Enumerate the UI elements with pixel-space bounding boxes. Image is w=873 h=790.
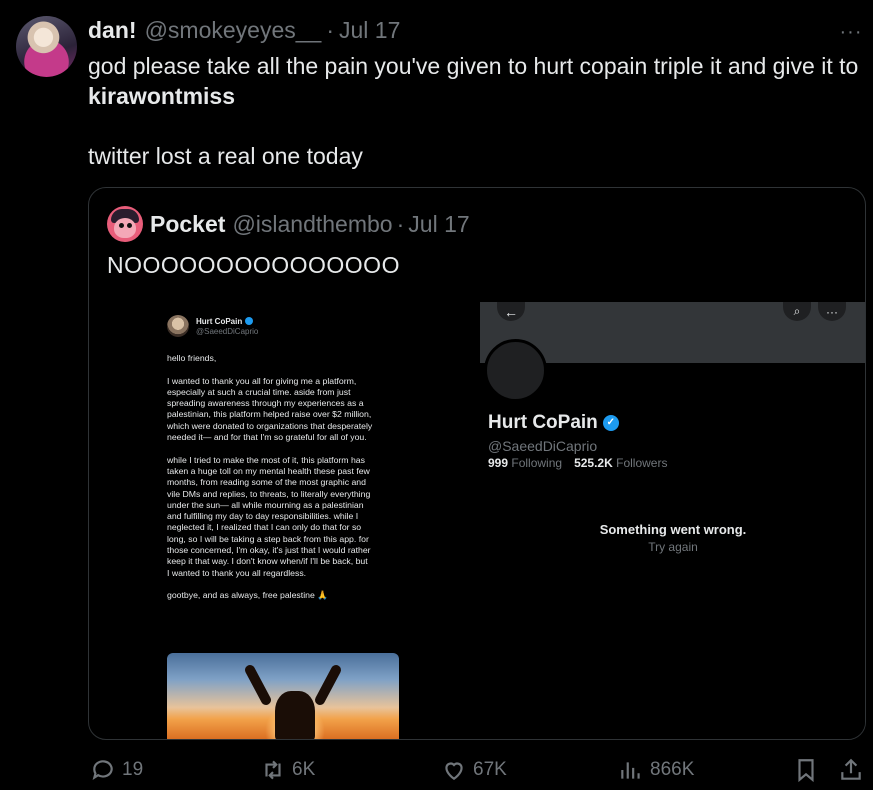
- try-again-link: Try again: [648, 540, 698, 554]
- quote-author-name[interactable]: Pocket: [150, 211, 225, 238]
- heart-icon: [445, 762, 463, 780]
- error-message: Something went wrong.: [599, 522, 747, 537]
- notes-paragraph: hello friends,: [167, 353, 217, 363]
- like-count: 67K: [473, 759, 507, 780]
- notes-paragraph: gootbye, and as always, free palestine 🙏: [167, 590, 329, 601]
- author-avatar[interactable]: [16, 16, 77, 77]
- author-name[interactable]: dan!: [88, 17, 137, 44]
- quote-author-handle[interactable]: @islandthembo: [232, 211, 392, 238]
- notes-screenshot-image[interactable]: Hurt CoPain @SaeedDiCaprio hello friends…: [165, 305, 403, 739]
- notes-author-handle: @SaeedDiCaprio: [196, 327, 259, 336]
- repost-count: 6K: [292, 759, 316, 780]
- reply-button[interactable]: 19: [90, 757, 143, 783]
- separator: ·: [326, 17, 334, 43]
- tweet-text-line: twitter lost a real one today: [88, 143, 363, 169]
- share-button[interactable]: [838, 757, 864, 783]
- notes-paragraph: while I tried to make the most of it, th…: [167, 454, 371, 578]
- quoted-tweet[interactable]: Pocket @islandthembo · Jul 17 NOOOOOOOOO…: [88, 187, 866, 740]
- broken-chains-photo: [167, 653, 399, 739]
- verified-icon: ✓: [602, 415, 619, 431]
- profile-avatar: [484, 339, 547, 402]
- share-icon: [841, 758, 861, 780]
- action-bar: 19 6K 67K 866K: [88, 757, 866, 789]
- tweet-header: dan! @smokeyeyes__ · Jul 17: [88, 17, 400, 44]
- reply-count: 19: [122, 759, 144, 780]
- profile-name: Hurt CoPain ✓: [488, 412, 619, 434]
- tweet-date[interactable]: Jul 17: [339, 17, 400, 44]
- bookmark-button[interactable]: [793, 757, 819, 783]
- profile-stats: 999 Following 525.2K Followers: [488, 456, 668, 470]
- tweet-text: god please take all the pain you've give…: [88, 51, 868, 171]
- quote-author-avatar[interactable]: [107, 206, 143, 242]
- views-chart-icon: [621, 762, 640, 779]
- like-button[interactable]: 67K: [441, 757, 507, 783]
- repost-button[interactable]: 6K: [260, 757, 315, 783]
- quote-date: Jul 17: [408, 211, 470, 237]
- notes-body: hello friends, I wanted to thank you all…: [167, 353, 403, 613]
- repost-icon: [265, 760, 281, 780]
- reply-icon: [92, 760, 113, 780]
- quote-text: NOOOOOOOOOOOOOOO: [107, 252, 400, 278]
- verified-icon: [245, 317, 254, 325]
- separator: ·: [396, 211, 405, 237]
- profile-screenshot-image[interactable]: ← ⌕ ··· Hurt CoPain ✓ @SaeedDiCaprio 999 …: [480, 302, 865, 739]
- bookmark-icon: [798, 759, 814, 783]
- more-options-button[interactable]: ···: [839, 20, 863, 44]
- more-horizontal-icon: ···: [839, 20, 863, 43]
- quote-header: Pocket @islandthembo · Jul 17: [150, 211, 470, 238]
- tweet-text-line: god please take all the pain you've give…: [88, 53, 859, 79]
- notes-paragraph: I wanted to thank you all for giving me …: [167, 375, 373, 443]
- author-handle[interactable]: @smokeyeyes__: [145, 17, 322, 44]
- views-button[interactable]: 866K: [618, 757, 694, 783]
- view-count: 866K: [650, 759, 695, 780]
- notes-author-name: Hurt CoPain: [196, 317, 254, 326]
- profile-handle: @SaeedDiCaprio: [488, 438, 598, 454]
- avatar: [167, 315, 189, 337]
- mentioned-account[interactable]: kirawontmiss: [88, 81, 868, 111]
